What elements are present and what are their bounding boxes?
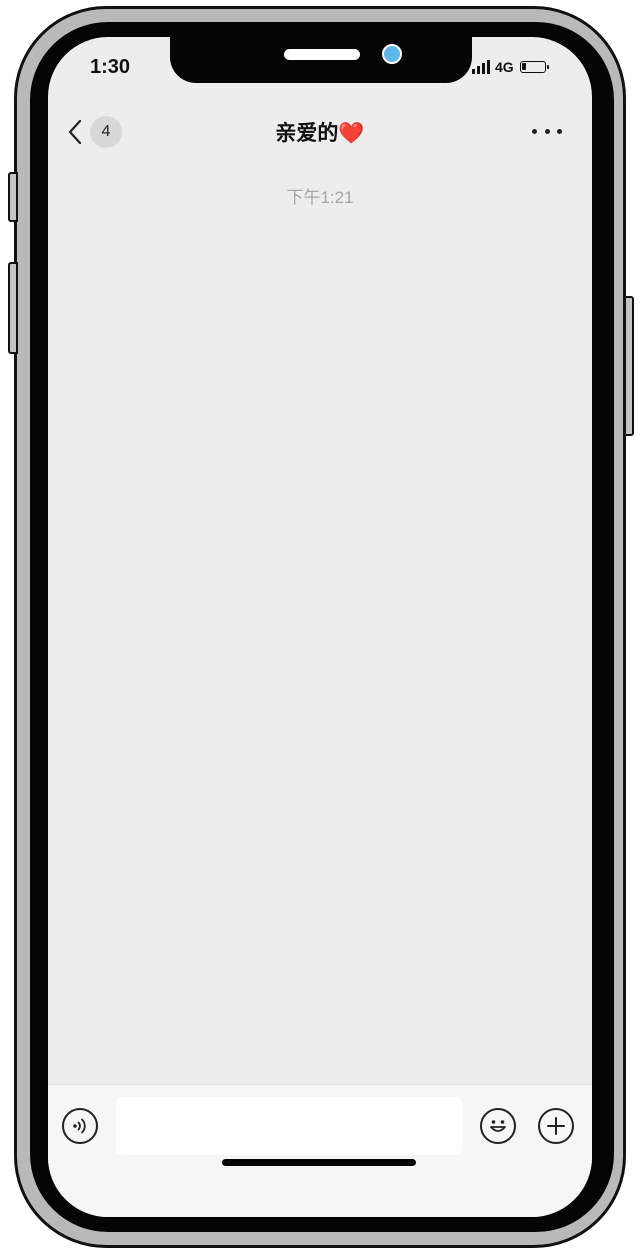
input-toolbar xyxy=(48,1084,592,1217)
signal-icon xyxy=(472,60,490,74)
status-indicators: 4G xyxy=(472,58,549,76)
battery-icon xyxy=(519,61,549,73)
chat-screen: 1:30 4G 4 亲爱的❤️ 下午1:21 xyxy=(48,37,592,1217)
notch xyxy=(170,37,472,83)
front-camera xyxy=(382,44,402,64)
home-indicator[interactable] xyxy=(222,1159,416,1166)
chat-title: 亲爱的❤️ xyxy=(275,122,365,145)
emoji-icon xyxy=(490,1120,506,1132)
power-button xyxy=(624,296,634,436)
message-input[interactable] xyxy=(116,1097,462,1155)
status-time: 1:30 xyxy=(90,56,131,78)
voice-button[interactable] xyxy=(62,1108,98,1144)
more-options-button[interactable] xyxy=(532,123,562,139)
plus-icon xyxy=(547,1117,565,1135)
mute-switch xyxy=(8,172,18,222)
speaker-grille xyxy=(284,49,360,60)
plus-button[interactable] xyxy=(538,1108,574,1144)
emoji-button[interactable] xyxy=(480,1108,516,1144)
more-dots-icon xyxy=(532,128,537,134)
network-type: 4G xyxy=(495,59,514,75)
voice-icon xyxy=(73,1118,86,1134)
message-timestamp: 下午1:21 xyxy=(286,188,354,207)
volume-buttons xyxy=(8,262,18,354)
